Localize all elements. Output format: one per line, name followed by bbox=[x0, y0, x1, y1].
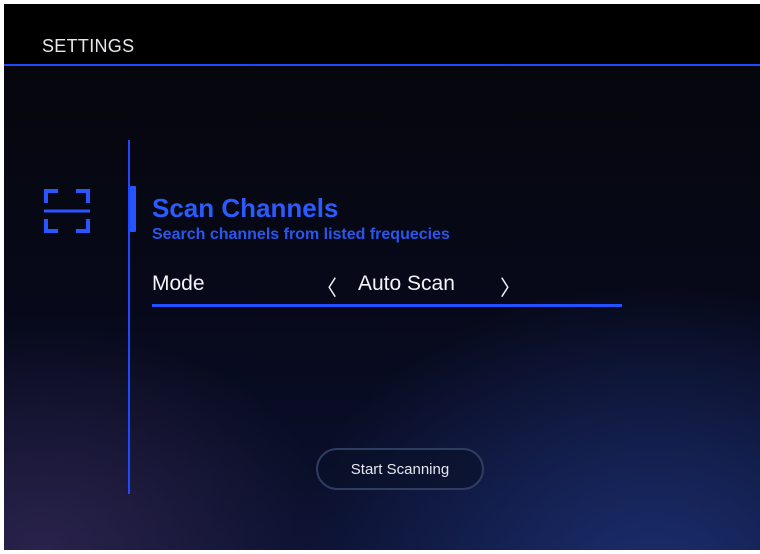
mode-value: Auto Scan bbox=[358, 272, 455, 295]
start-scanning-button[interactable]: Start Scanning bbox=[316, 448, 484, 490]
selection-indicator bbox=[130, 186, 136, 232]
page-title: SETTINGS bbox=[42, 36, 135, 56]
header-bar: SETTINGS bbox=[4, 4, 760, 64]
chevron-left-icon[interactable]: 〈 bbox=[316, 272, 337, 302]
section-title: Scan Channels bbox=[152, 193, 339, 223]
mode-label: Mode bbox=[152, 272, 205, 295]
section-subtitle: Search channels from listed frequecies bbox=[152, 226, 450, 243]
mode-selector[interactable]: Mode 〈 Auto Scan 〉 bbox=[152, 268, 622, 304]
mode-underline bbox=[152, 304, 622, 307]
chevron-right-icon[interactable]: 〉 bbox=[500, 272, 521, 302]
header-divider bbox=[4, 64, 760, 66]
scan-frame-icon[interactable] bbox=[42, 187, 92, 235]
settings-screen: SETTINGS Scan Channels Search channels f… bbox=[4, 4, 760, 550]
